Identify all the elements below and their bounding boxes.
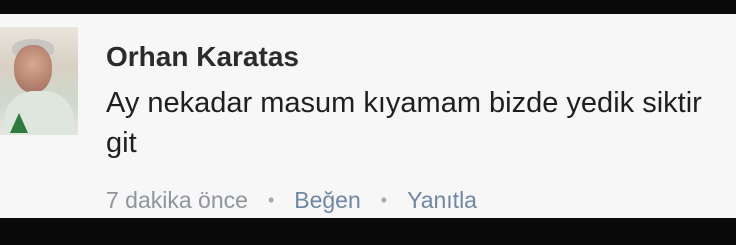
avatar[interactable] [0,27,78,135]
screenshot-frame: Orhan Karatas Ay nekadar masum kıyamam b… [0,0,736,245]
avatar-face [14,45,52,93]
comment-text: Ay nekadar masum kıyamam bizde yedik sik… [106,87,702,159]
like-link[interactable]: Beğen [294,186,361,214]
separator-dot: • [380,190,388,210]
comment-timestamp: 7 dakika önce [106,187,248,213]
separator-dot: • [267,190,275,210]
comment-card: Orhan Karatas Ay nekadar masum kıyamam b… [0,14,736,218]
comment-author-name[interactable]: Orhan Karatas [106,41,299,73]
comment-meta: 7 dakika önce • Beğen • Yanıtla [106,186,477,214]
tree-icon [10,113,28,133]
reply-link[interactable]: Yanıtla [407,186,477,214]
